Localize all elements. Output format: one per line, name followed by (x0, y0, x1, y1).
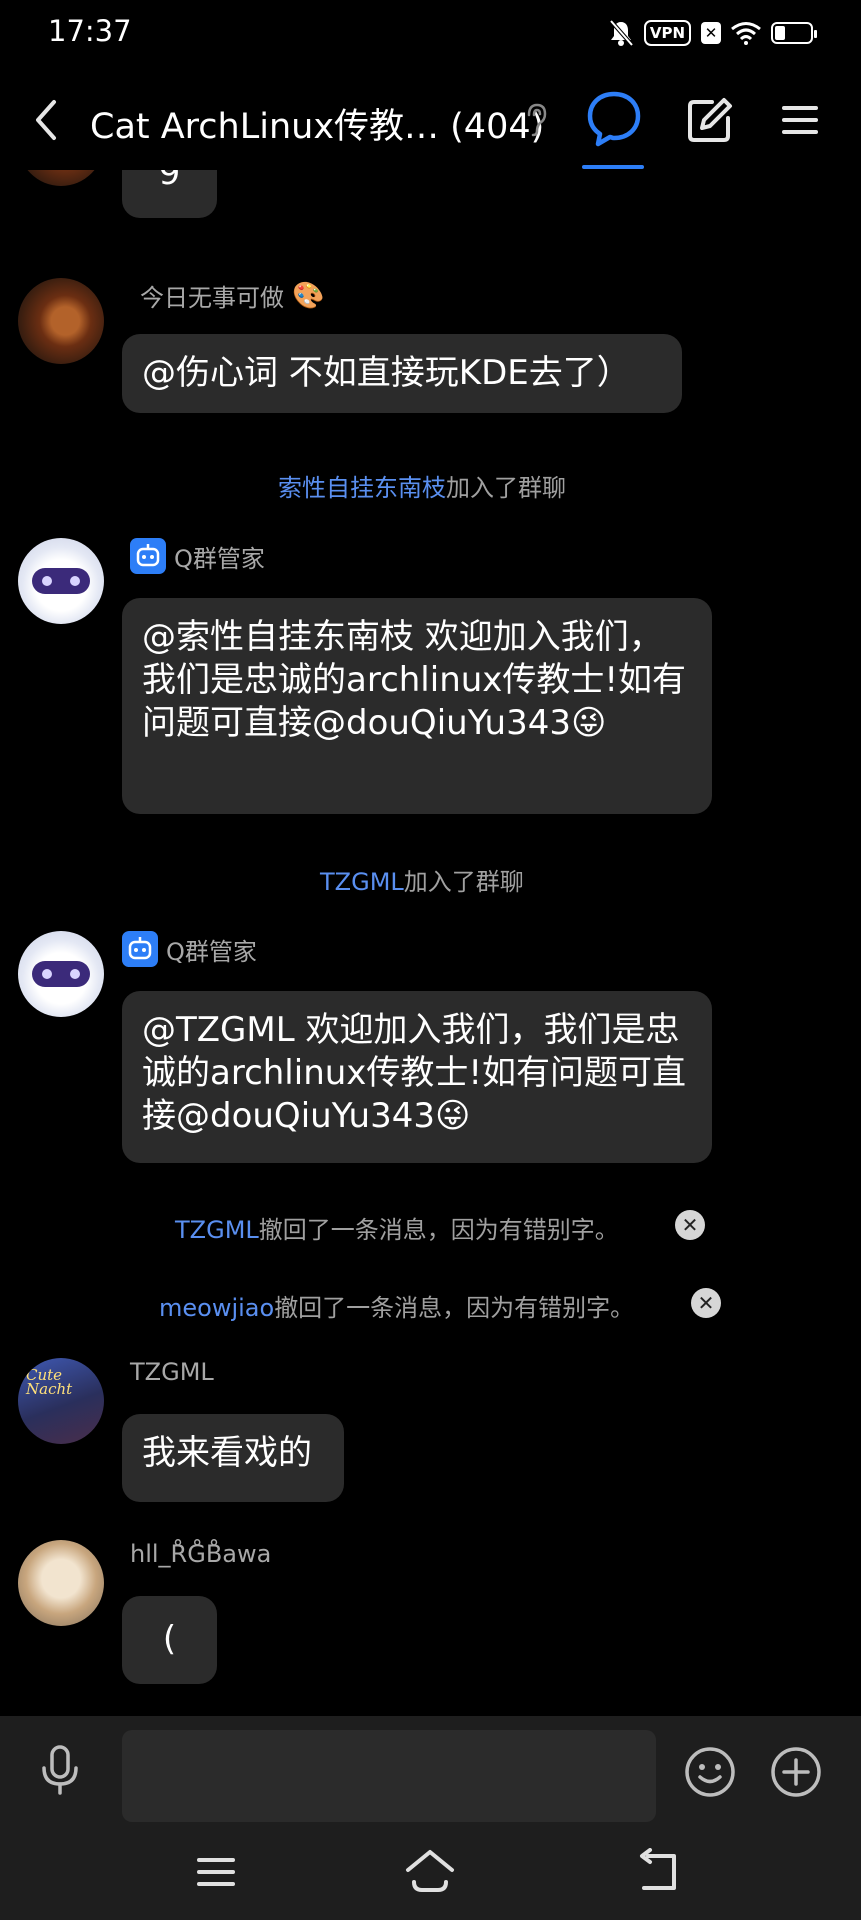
system-notice: 索性自挂东南枝加入了群聊 (278, 468, 566, 503)
avatar[interactable] (18, 278, 104, 364)
robot-icon (122, 931, 158, 967)
bot-visor (32, 568, 90, 594)
notice-text: 撤回了一条消息，因为有错别字。 (274, 1294, 635, 1322)
edit-icon[interactable] (686, 96, 734, 144)
recall-notice: meowjiao撤回了一条消息，因为有错别字。 (159, 1288, 634, 1323)
microphone-icon[interactable] (36, 1744, 84, 1796)
status-icons: VPN ✕ (608, 18, 817, 48)
notice-text: 加入了群聊 (403, 868, 524, 896)
sender-label: hll_R̊G̊B̊awa (130, 1540, 272, 1568)
notice-text: 撤回了一条消息，因为有错别字。 (258, 1216, 619, 1244)
sender-name: TZGML (130, 1358, 214, 1386)
sender-name: Q群管家 (130, 538, 265, 574)
close-icon[interactable]: ✕ (675, 1210, 705, 1240)
message-bubble[interactable]: ( (122, 1596, 217, 1684)
close-icon[interactable]: ✕ (691, 1288, 721, 1318)
user-link[interactable]: meowjiao (159, 1294, 274, 1322)
vpn-icon: VPN (643, 20, 691, 46)
user-link[interactable]: 索性自挂东南枝 (278, 474, 446, 502)
bell-muted-icon (609, 19, 634, 47)
system-nav-bar (0, 1826, 861, 1920)
message-bubble[interactable]: @TZGML 欢迎加入我们，我们是忠诚的archlinux传教士!如有问题可直接… (122, 991, 712, 1163)
chat-title[interactable]: Cat ArchLinux传教… (404) (90, 98, 544, 149)
message-bubble[interactable]: @索性自挂东南枝 欢迎加入我们，我们是忠诚的archlinux传教士!如有问题可… (122, 598, 712, 814)
chat-bubble-icon[interactable] (584, 88, 644, 150)
chat-header: Cat ArchLinux传教… (404) (0, 70, 861, 170)
message-input[interactable] (122, 1730, 656, 1822)
sender-name: 今日无事可做 🎨 (140, 278, 324, 313)
back-icon[interactable] (634, 1848, 680, 1894)
notice-text: 加入了群聊 (446, 474, 566, 502)
battery-icon (771, 22, 817, 44)
message-bubble[interactable]: 我来看戏的 (122, 1414, 344, 1502)
sender-label: 今日无事可做 (140, 284, 284, 312)
input-bar (0, 1716, 861, 1826)
message-list[interactable]: 9 今日无事可做 🎨 @伤心词 不如直接玩KDE去了） 索性自挂东南枝加入了群聊… (0, 150, 861, 1715)
system-notice: TZGML加入了群聊 (320, 862, 524, 897)
home-icon[interactable] (404, 1848, 456, 1894)
avatar[interactable] (18, 931, 104, 1017)
recall-notice: TZGML撤回了一条消息，因为有错别字。 (175, 1210, 619, 1245)
plus-icon[interactable] (770, 1746, 822, 1798)
emoji-icon[interactable] (684, 1746, 736, 1798)
status-bar: 17:37 VPN ✕ (0, 0, 861, 64)
sender-label: TZGML (130, 1358, 214, 1386)
avatar[interactable] (18, 538, 104, 624)
user-link[interactable]: TZGML (320, 868, 404, 896)
avatar-text: Cute Nacht (26, 1366, 73, 1398)
robot-icon (130, 538, 166, 574)
sender-name: Q群管家 (122, 931, 257, 967)
message-bubble[interactable]: @伤心词 不如直接玩KDE去了） (122, 334, 682, 413)
sender-label: Q群管家 (166, 937, 257, 966)
palette-icon: 🎨 (292, 280, 325, 311)
sender-name: hll_R̊G̊B̊awa (130, 1540, 271, 1568)
recent-apps-icon[interactable] (196, 1852, 236, 1892)
ear-icon (527, 103, 547, 137)
bot-visor (32, 961, 90, 987)
x-badge-icon: ✕ (701, 22, 721, 44)
avatar[interactable] (18, 1540, 104, 1626)
status-time: 17:37 (48, 14, 132, 48)
wifi-icon (731, 22, 761, 45)
menu-icon[interactable] (780, 100, 820, 140)
avatar[interactable]: Cute Nacht (18, 1358, 104, 1444)
user-link[interactable]: TZGML (175, 1216, 259, 1244)
back-arrow-icon[interactable] (28, 92, 68, 148)
sender-label: Q群管家 (174, 544, 265, 573)
tab-underline (582, 165, 644, 169)
